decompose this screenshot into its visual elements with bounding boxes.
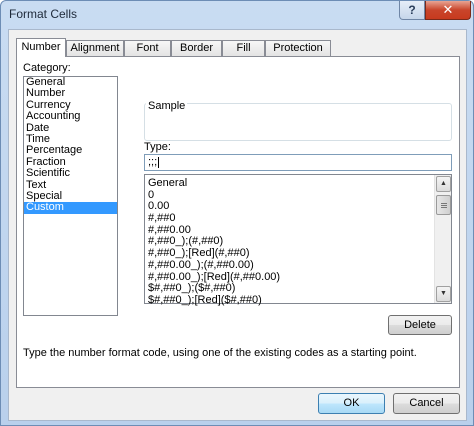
help-button[interactable]: ? [399, 1, 425, 20]
tab-fill[interactable]: Fill [222, 40, 265, 56]
text-caret [158, 156, 160, 168]
category-item-selected[interactable]: Custom [24, 201, 117, 214]
grip-line [441, 205, 447, 206]
type-input-value: ;;; [148, 156, 158, 168]
category-item[interactable]: Scientific [24, 167, 117, 179]
sample-label: Sample [146, 100, 188, 112]
close-button[interactable]: ✕ [425, 1, 471, 20]
tab-alignment[interactable]: Alignment [66, 40, 124, 56]
category-list[interactable]: General Number Currency Accounting Date … [23, 76, 118, 316]
type-label: Type: [144, 141, 171, 153]
tab-font[interactable]: Font [124, 40, 171, 56]
format-list-scrollbar[interactable]: ▲ ▼ [434, 175, 451, 303]
cancel-button[interactable]: Cancel [393, 393, 460, 414]
category-item[interactable]: Accounting [24, 110, 117, 122]
number-tab-panel: Category: General Number Currency Accoun… [16, 56, 460, 388]
format-code-items: General 0 0.00 #,##0 #,##0.00 #,##0_);(#… [145, 177, 435, 307]
tab-number[interactable]: Number [16, 38, 66, 57]
type-input[interactable]: ;;; [144, 154, 452, 171]
dialog-title: Format Cells [9, 7, 78, 21]
dialog-client-area: Number Alignment Font Border Fill Protec… [8, 29, 467, 421]
grip-line [441, 203, 447, 204]
scrollbar-thumb[interactable] [436, 195, 451, 215]
format-code-item[interactable]: 0.00 [145, 201, 435, 213]
format-code-item[interactable]: 0 [145, 189, 435, 202]
sample-groupbox [144, 103, 452, 141]
tab-protection[interactable]: Protection [265, 40, 331, 56]
grip-line [441, 207, 447, 208]
format-code-item[interactable]: #,##0 [145, 212, 435, 225]
format-code-item[interactable]: General [145, 177, 435, 190]
hint-text: Type the number format code, using one o… [23, 347, 417, 359]
category-label: Category: [23, 62, 71, 74]
format-code-list[interactable]: General 0 0.00 #,##0 #,##0.00 #,##0_);(#… [144, 174, 452, 307]
format-code-item[interactable]: #,##0.00_);(#,##0.00) [145, 259, 435, 272]
delete-button[interactable]: Delete [388, 315, 452, 335]
ok-button[interactable]: OK [318, 393, 385, 414]
format-cells-dialog: Format Cells ? ✕ Number Alignment Font B… [0, 0, 474, 426]
scroll-down-arrow-icon[interactable]: ▼ [436, 286, 451, 302]
title-bar: Format Cells ? ✕ [1, 1, 473, 27]
scroll-up-arrow-icon[interactable]: ▲ [436, 176, 451, 192]
tab-border[interactable]: Border [171, 40, 222, 56]
format-code-item[interactable]: $#,##0_);[Red]($#,##0) [145, 294, 435, 307]
